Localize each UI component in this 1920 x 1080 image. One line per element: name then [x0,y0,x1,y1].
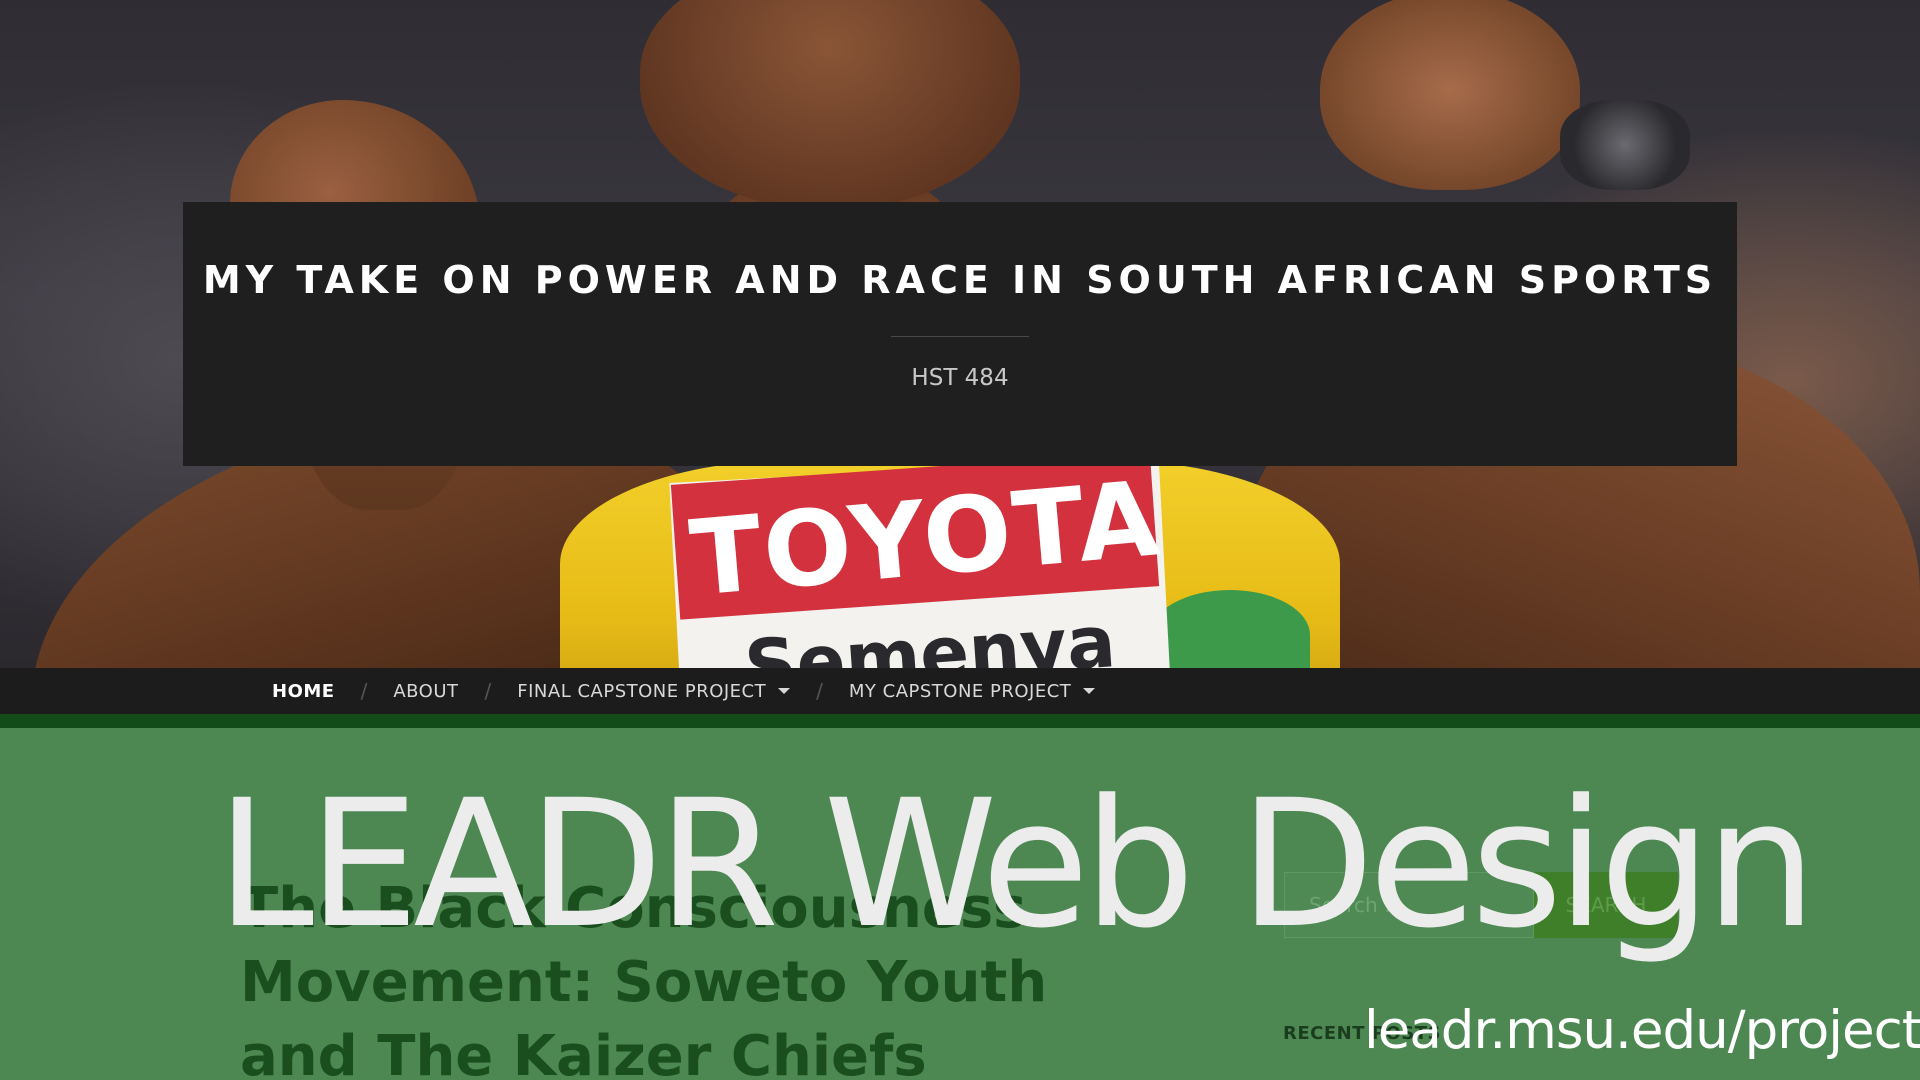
nav-item-final-capstone-project[interactable]: FINAL CAPSTONE PROJECT [517,680,791,702]
nav-separator: / [360,679,368,703]
athlete-right-fist [1320,0,1580,190]
main-navigation: HOME / ABOUT / FINAL CAPSTONE PROJECT / … [0,668,1920,714]
nav-separator: / [484,679,492,703]
wristwatch [1560,100,1690,190]
dropdown-caret-icon [1083,688,1096,694]
nav-item-label: HOME [272,680,335,702]
page: TOYOTA Semenya MY TAKE ON POWER AND RACE… [0,0,1920,1080]
nav-item-label: FINAL CAPSTONE PROJECT [517,680,767,702]
nav-item-my-capstone-project[interactable]: MY CAPSTONE PROJECT [848,680,1096,702]
overlay-url: leadr.msu.edu/projects [1364,1000,1920,1061]
dropdown-caret-icon [778,688,791,694]
overlay-title: LEADR Web Design [216,762,1817,967]
nav-item-about[interactable]: ABOUT [393,681,458,702]
athlete-head [640,0,1020,210]
site-title[interactable]: MY TAKE ON POWER AND RACE IN SOUTH AFRIC… [183,202,1737,302]
nav-item-label: ABOUT [393,680,459,702]
nav-item-home[interactable]: HOME [272,681,335,702]
nav-menu: HOME / ABOUT / FINAL CAPSTONE PROJECT / … [272,668,1096,714]
nav-item-label: MY CAPSTONE PROJECT [848,680,1072,702]
site-description: HST 484 [911,365,1009,391]
nav-separator: / [816,679,823,703]
title-divider [891,336,1029,337]
site-header-box: MY TAKE ON POWER AND RACE IN SOUTH AFRIC… [183,202,1737,466]
